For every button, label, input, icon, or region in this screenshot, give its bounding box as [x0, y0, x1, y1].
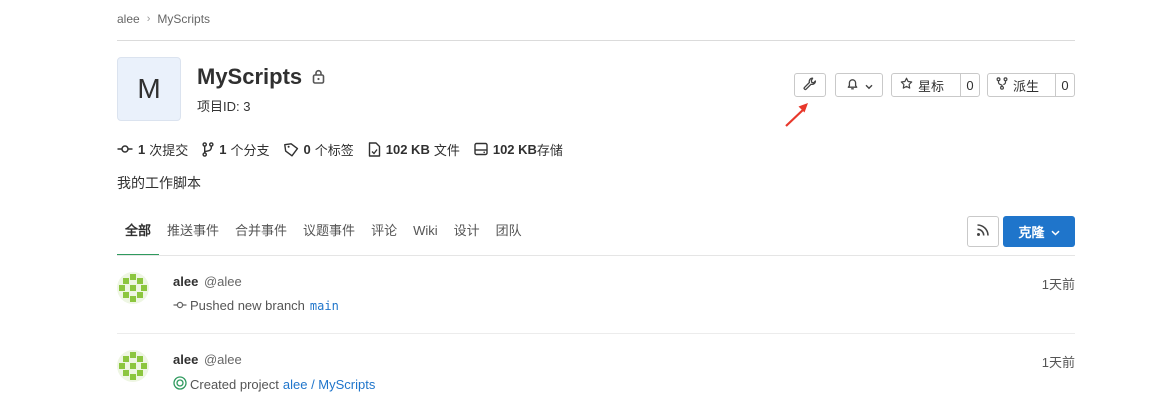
- tab-wiki[interactable]: Wiki: [405, 216, 446, 256]
- stat-branches-label: 个分支: [230, 142, 270, 158]
- tab-merge-events[interactable]: 合并事件: [227, 216, 295, 256]
- star-icon: [900, 77, 913, 93]
- tab-team[interactable]: 团队: [488, 216, 530, 256]
- stat-storage-value: 102 KB: [492, 141, 537, 157]
- event-branch-link[interactable]: main: [310, 299, 339, 313]
- event-body: Pushed new branch main: [173, 298, 339, 313]
- event-action: Created project: [190, 377, 279, 392]
- event-divider: [117, 333, 1075, 334]
- project-avatar-letter: M: [137, 73, 161, 104]
- event-time: 1天前: [1041, 277, 1075, 292]
- stat-storage: 102 KB 存储: [474, 140, 563, 159]
- wrench-icon: [803, 77, 817, 94]
- stat-branches-value: 1: [219, 141, 227, 157]
- event-author-handle[interactable]: @alee: [204, 274, 242, 289]
- project-stats: 1 次提交 1 个分支 0 个标签 102 KB 文件 102 KB 存储: [117, 140, 577, 158]
- stat-files[interactable]: 102 KB 文件: [368, 140, 460, 159]
- project-description: 我的工作脚本: [117, 175, 201, 191]
- clone-button[interactable]: 克隆: [1003, 216, 1075, 247]
- breadcrumb: alee › MyScripts: [117, 10, 210, 28]
- star-count[interactable]: 0: [960, 74, 979, 96]
- project-page: alee › MyScripts M MyScripts 项目ID: 3 星标 …: [117, 0, 1075, 419]
- settings-button[interactable]: [794, 73, 826, 97]
- avatar[interactable]: [117, 272, 149, 304]
- activity-tabs: 全部 推送事件 合并事件 议题事件 评论 Wiki 设计 团队: [117, 216, 530, 256]
- stat-commits-value: 1: [138, 141, 146, 157]
- stat-tags[interactable]: 0 个标签: [283, 140, 354, 159]
- tabs-divider: [117, 255, 1075, 256]
- lock-icon: [312, 69, 326, 85]
- chevron-down-icon: [1050, 224, 1060, 239]
- event-time: 1天前: [1041, 355, 1075, 370]
- rss-icon: [976, 223, 990, 240]
- tag-icon: [283, 142, 299, 157]
- breadcrumb-user[interactable]: alee: [117, 12, 140, 26]
- rss-button[interactable]: [967, 216, 999, 247]
- stat-tags-label: 个标签: [314, 142, 354, 158]
- header-divider: [117, 40, 1075, 41]
- bell-icon: [846, 77, 859, 94]
- tab-push-events[interactable]: 推送事件: [159, 216, 227, 256]
- notification-dropdown[interactable]: [835, 73, 883, 97]
- star-label: 星标: [918, 78, 945, 94]
- breadcrumb-project[interactable]: MyScripts: [157, 12, 210, 26]
- project-avatar: M: [117, 57, 181, 121]
- commit-icon: [173, 298, 190, 313]
- event-project-link[interactable]: alee / MyScripts: [283, 377, 375, 392]
- project-title-row: MyScripts: [197, 64, 326, 90]
- tab-comments[interactable]: 评论: [363, 216, 405, 256]
- breadcrumb-separator: ›: [146, 13, 151, 25]
- clone-label: 克隆: [1018, 225, 1045, 240]
- stat-commits-label: 次提交: [149, 142, 189, 158]
- event-header: alee @alee: [173, 352, 242, 367]
- event-author-handle[interactable]: @alee: [204, 352, 242, 367]
- branch-icon: [202, 141, 214, 157]
- storage-icon: [474, 142, 488, 156]
- chevron-down-icon: [865, 78, 873, 93]
- tab-all[interactable]: 全部: [117, 216, 160, 256]
- event-author-name[interactable]: alee: [173, 274, 198, 289]
- event-body: Created project alee / MyScripts: [173, 376, 375, 393]
- stat-files-value: 102 KB: [385, 141, 430, 157]
- stat-commits[interactable]: 1 次提交: [117, 140, 188, 159]
- star-button[interactable]: 星标 0: [891, 73, 980, 97]
- fork-count[interactable]: 0: [1055, 74, 1074, 96]
- stat-storage-label: 存储: [536, 142, 563, 158]
- project-id: 项目ID: 3: [197, 99, 251, 114]
- status-created-icon: [173, 376, 190, 393]
- event-author-name[interactable]: alee: [173, 352, 198, 367]
- tab-issue-events[interactable]: 议题事件: [295, 216, 363, 256]
- event-action: Pushed new branch: [190, 298, 305, 313]
- file-icon: [368, 141, 381, 157]
- commit-icon: [117, 144, 133, 154]
- fork-button[interactable]: 派生 0: [987, 73, 1075, 97]
- avatar[interactable]: [117, 350, 149, 382]
- tab-design[interactable]: 设计: [446, 216, 488, 256]
- fork-label: 派生: [1013, 78, 1040, 94]
- fork-icon: [996, 77, 1008, 93]
- stat-files-label: 文件: [433, 142, 460, 158]
- project-title: MyScripts: [197, 64, 303, 89]
- stat-branches[interactable]: 1 个分支: [202, 140, 270, 159]
- stat-tags-value: 0: [303, 141, 311, 157]
- annotation-arrow-icon: [785, 103, 808, 127]
- event-header: alee @alee: [173, 274, 242, 289]
